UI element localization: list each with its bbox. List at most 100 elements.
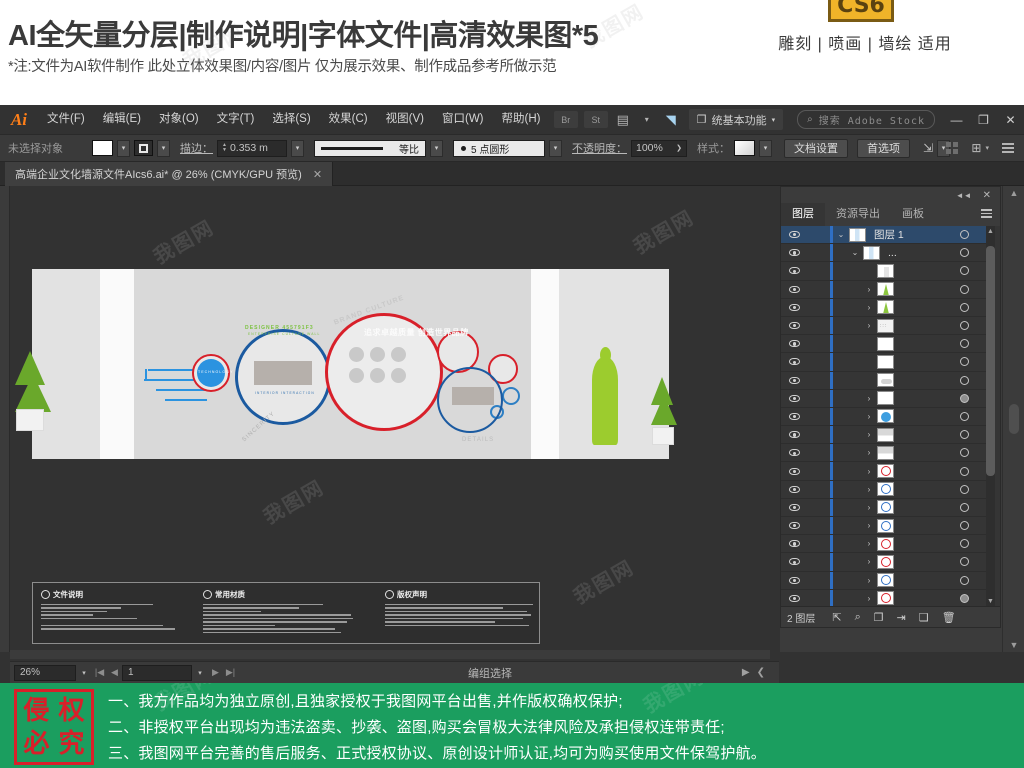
target-indicator[interactable]: [960, 266, 969, 276]
chevron-right-icon[interactable]: ›: [861, 576, 877, 585]
stroke-dropdown-chevron-icon[interactable]: ▾: [157, 139, 170, 157]
panel-options-menu-icon[interactable]: [1002, 143, 1014, 153]
align-grid-icon[interactable]: [946, 142, 959, 154]
close-button[interactable]: ✕: [997, 105, 1024, 134]
layer-row[interactable]: ›: [781, 426, 991, 445]
visibility-toggle-eye-icon[interactable]: [781, 322, 808, 330]
visibility-toggle-eye-icon[interactable]: [781, 503, 808, 511]
tab-artboards[interactable]: 画板: [891, 203, 935, 226]
chevron-right-icon[interactable]: ›: [861, 412, 877, 421]
search-icon[interactable]: ⌕: [855, 611, 861, 624]
last-artboard-icon[interactable]: ▶|: [223, 667, 238, 678]
graphic-style-swatch[interactable]: [734, 140, 755, 156]
layer-row[interactable]: [781, 262, 991, 281]
align-panel-icon[interactable]: ⊞: [971, 141, 981, 155]
chevron-right-icon[interactable]: ›: [861, 485, 877, 494]
stroke-width-chevron-icon[interactable]: ▾: [291, 139, 304, 157]
close-icon[interactable]: ✕: [313, 168, 322, 181]
collapse-panel-icon[interactable]: ◄◄: [956, 191, 972, 200]
chevron-right-icon[interactable]: ›: [861, 394, 877, 403]
target-indicator[interactable]: [960, 466, 969, 476]
layer-row[interactable]: ›:::: [781, 316, 991, 336]
chevron-right-icon[interactable]: ›: [861, 448, 877, 457]
scroll-up-icon[interactable]: ▲: [986, 226, 995, 237]
dock-rail[interactable]: ▲ ▼: [1002, 186, 1024, 652]
preferences-button[interactable]: 首选项: [857, 138, 910, 158]
dock-scroll-down-icon[interactable]: ▼: [1003, 638, 1024, 652]
chevron-right-icon[interactable]: ›: [861, 503, 877, 512]
target-indicator[interactable]: [960, 539, 969, 549]
tools-panel-collapsed[interactable]: [0, 186, 10, 652]
target-indicator[interactable]: [960, 593, 969, 603]
artboard-chevron-icon[interactable]: ▾: [192, 665, 208, 681]
workspace-switcher[interactable]: ❐ 统基本功能 ▾: [688, 109, 784, 130]
target-indicator[interactable]: [960, 502, 969, 512]
target-indicator[interactable]: [960, 339, 969, 349]
chevron-down-icon[interactable]: ⌄: [847, 248, 863, 257]
stroke-profile-chevron-icon[interactable]: ▾: [430, 139, 443, 157]
visibility-toggle-eye-icon[interactable]: [781, 412, 808, 420]
adobe-stock-search[interactable]: ⌕ 搜索 Adobe Stock: [797, 110, 935, 129]
visibility-toggle-eye-icon[interactable]: [781, 394, 808, 402]
next-artboard-icon[interactable]: ▶: [208, 667, 223, 678]
target-indicator[interactable]: [960, 321, 969, 331]
style-chevron-icon[interactable]: ▾: [759, 139, 772, 157]
visibility-toggle-eye-icon[interactable]: [781, 449, 808, 457]
layers-scrollbar[interactable]: ▲ ▼: [986, 226, 995, 607]
tab-asset-export[interactable]: 资源导出: [825, 203, 891, 226]
target-indicator[interactable]: [960, 484, 969, 494]
layer-row[interactable]: ›: [781, 498, 991, 517]
opacity-label[interactable]: 不透明度：: [572, 140, 627, 156]
target-indicator[interactable]: [960, 411, 969, 421]
dock-scroll-up-icon[interactable]: ▲: [1003, 186, 1024, 200]
artboard-wall-design[interactable]: TECHNOLOGY INTERIOR INTERACTION SINCERIT…: [32, 269, 677, 459]
chevron-right-icon[interactable]: ›: [861, 285, 877, 294]
spec-info-block[interactable]: 文件说明 常用材质 版权声明: [32, 582, 540, 644]
chevron-right-icon[interactable]: ›: [861, 557, 877, 566]
fill-color-swatch[interactable]: [92, 140, 113, 156]
menu-file[interactable]: 文件(F): [38, 105, 94, 134]
chevron-right-icon[interactable]: ›: [861, 521, 877, 530]
align-chevron-icon[interactable]: ▾: [985, 144, 989, 152]
bridge-icon[interactable]: Br: [553, 111, 578, 128]
visibility-toggle-eye-icon[interactable]: [781, 249, 808, 257]
close-icon[interactable]: ✕: [983, 190, 991, 201]
target-indicator[interactable]: [960, 248, 969, 258]
artboard-number-input[interactable]: 1: [122, 664, 192, 681]
chevron-right-icon[interactable]: ›: [861, 594, 877, 603]
layer-row[interactable]: ›: [781, 389, 991, 408]
layer-row[interactable]: ›: [781, 571, 991, 590]
target-indicator[interactable]: [960, 302, 969, 312]
target-indicator[interactable]: [960, 521, 969, 531]
chevron-down-icon[interactable]: ⌄: [833, 230, 849, 239]
layer-row[interactable]: ›: [781, 517, 991, 536]
layer-row[interactable]: ›: [781, 480, 991, 499]
stroke-profile-select[interactable]: 等比: [314, 139, 426, 157]
stroke-width-input[interactable]: ▲ ▼ 0.353 m: [217, 139, 287, 157]
chevron-right-icon[interactable]: ›: [861, 303, 877, 312]
chevron-right-icon[interactable]: ›: [861, 539, 877, 548]
visibility-toggle-eye-icon[interactable]: [781, 431, 808, 439]
target-indicator[interactable]: [960, 357, 969, 367]
canvas-horizontal-scrollbar[interactable]: [10, 650, 770, 659]
menu-window[interactable]: 窗口(W): [433, 105, 493, 134]
visibility-toggle-eye-icon[interactable]: [781, 303, 808, 311]
target-indicator[interactable]: [960, 430, 969, 440]
arrange-documents-icon[interactable]: ▤: [614, 111, 632, 128]
visibility-toggle-eye-icon[interactable]: [781, 267, 808, 275]
menu-object[interactable]: 对象(O): [150, 105, 208, 134]
scrollbar-thumb[interactable]: [986, 246, 995, 476]
chevron-right-icon[interactable]: ›: [861, 467, 877, 476]
layer-row[interactable]: ›: [781, 280, 991, 299]
new-layer-icon[interactable]: ❑: [919, 611, 929, 624]
menu-edit[interactable]: 编辑(E): [94, 105, 150, 134]
layer-row[interactable]: [781, 353, 991, 372]
fill-dropdown-chevron-icon[interactable]: ▾: [117, 139, 130, 157]
tab-layers[interactable]: 图层: [781, 203, 825, 226]
brush-chevron-icon[interactable]: ▾: [549, 139, 562, 157]
visibility-toggle-eye-icon[interactable]: [781, 576, 808, 584]
opacity-input[interactable]: 100% ❯: [631, 139, 687, 157]
menu-select[interactable]: 选择(S): [263, 105, 319, 134]
visibility-toggle-eye-icon[interactable]: [781, 358, 808, 366]
layer-row[interactable]: ›: [781, 535, 991, 554]
